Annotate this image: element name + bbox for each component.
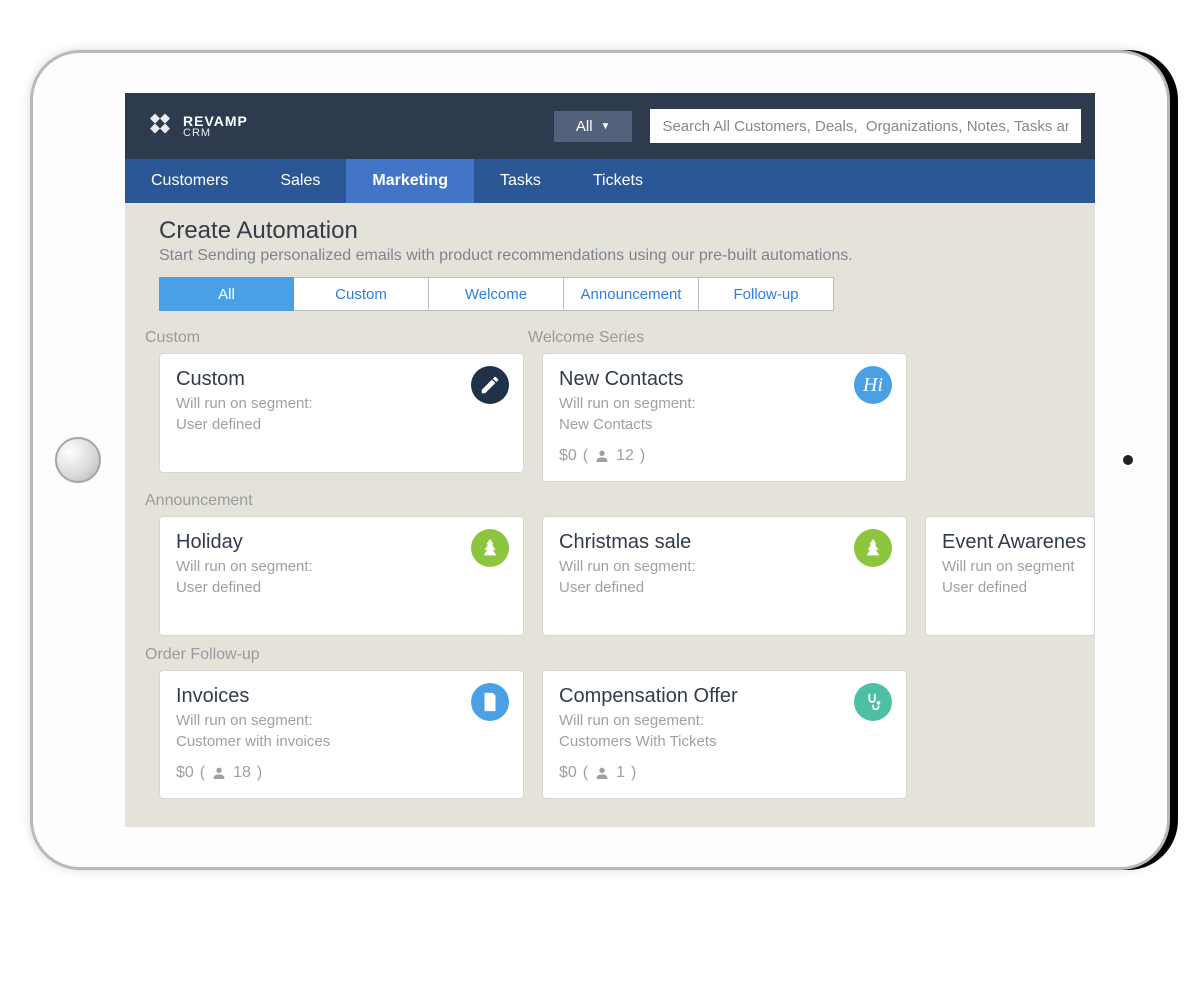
logo-line2: CRM bbox=[183, 128, 248, 139]
camera-dot bbox=[1123, 455, 1133, 465]
card-stats: $0 ( 1 ) bbox=[559, 764, 890, 782]
card-amount: $0 bbox=[559, 447, 577, 465]
app-screen: REVAMP CRM All ▼ Customers Sales Marketi… bbox=[125, 93, 1095, 827]
tab-announcement[interactable]: Announcement bbox=[564, 277, 699, 311]
nav-sales[interactable]: Sales bbox=[254, 159, 346, 203]
stethoscope-icon bbox=[854, 683, 892, 721]
pencil-icon bbox=[471, 366, 509, 404]
card-compensation-offer[interactable]: Compensation Offer Will run on segement:… bbox=[542, 670, 907, 799]
card-amount: $0 bbox=[559, 764, 577, 782]
document-icon bbox=[471, 683, 509, 721]
app-logo[interactable]: REVAMP CRM bbox=[145, 111, 248, 141]
card-amount: $0 bbox=[176, 764, 194, 782]
card-christmas-sale[interactable]: Christmas sale Will run on segment: User… bbox=[542, 516, 907, 636]
card-segment-label: Will run on segment: bbox=[176, 558, 507, 575]
card-segment-value: New Contacts bbox=[559, 416, 890, 433]
card-count: 1 bbox=[616, 764, 625, 782]
section-custom-label: Custom bbox=[145, 329, 524, 347]
main-nav: Customers Sales Marketing Tasks Tickets bbox=[125, 159, 1095, 203]
home-button[interactable] bbox=[55, 437, 101, 483]
card-segment-value: User defined bbox=[176, 416, 507, 433]
card-segment-label: Will run on segment: bbox=[559, 558, 890, 575]
search-input[interactable] bbox=[650, 109, 1081, 143]
logo-line1: REVAMP bbox=[183, 114, 248, 128]
card-stats: $0 ( 18 ) bbox=[176, 764, 507, 782]
card-segment-value: User defined bbox=[942, 579, 1078, 596]
card-title: Invoices bbox=[176, 685, 507, 708]
logo-icon bbox=[145, 111, 175, 141]
hi-icon: Hi bbox=[854, 366, 892, 404]
chevron-down-icon: ▼ bbox=[601, 121, 611, 132]
card-new-contacts[interactable]: Hi New Contacts Will run on segment: New… bbox=[542, 353, 907, 482]
page-title: Create Automation bbox=[159, 217, 1095, 245]
tablet-frame: REVAMP CRM All ▼ Customers Sales Marketi… bbox=[30, 50, 1170, 870]
card-title: Custom bbox=[176, 368, 507, 391]
card-segment-label: Will run on segment: bbox=[559, 395, 890, 412]
card-title: Event Awarenes bbox=[942, 531, 1078, 554]
tree-icon bbox=[854, 529, 892, 567]
card-holiday[interactable]: Holiday Will run on segment: User define… bbox=[159, 516, 524, 636]
topbar: REVAMP CRM All ▼ bbox=[125, 93, 1095, 159]
tab-all[interactable]: All bbox=[159, 277, 294, 311]
section-welcome-label: Welcome Series bbox=[528, 329, 907, 347]
section-announcement-label: Announcement bbox=[145, 492, 1095, 510]
card-segment-value: Customer with invoices bbox=[176, 733, 507, 750]
card-segment-label: Will run on segment bbox=[942, 558, 1078, 575]
card-count: 12 bbox=[616, 447, 634, 465]
scope-label: All bbox=[576, 118, 593, 135]
nav-tickets[interactable]: Tickets bbox=[567, 159, 669, 203]
card-segment-label: Will run on segment: bbox=[176, 712, 507, 729]
card-stats: $0 ( 12 ) bbox=[559, 447, 890, 465]
tree-icon bbox=[471, 529, 509, 567]
card-title: Christmas sale bbox=[559, 531, 890, 554]
card-title: Compensation Offer bbox=[559, 685, 890, 708]
page-subtitle: Start Sending personalized emails with p… bbox=[159, 247, 1095, 265]
card-segment-value: User defined bbox=[559, 579, 890, 596]
people-icon bbox=[594, 448, 610, 464]
card-custom[interactable]: Custom Will run on segment: User defined bbox=[159, 353, 524, 473]
content-area: Create Automation Start Sending personal… bbox=[125, 203, 1095, 819]
card-segment-value: User defined bbox=[176, 579, 507, 596]
people-icon bbox=[211, 765, 227, 781]
nav-tasks[interactable]: Tasks bbox=[474, 159, 567, 203]
card-invoices[interactable]: Invoices Will run on segment: Customer w… bbox=[159, 670, 524, 799]
filter-tabs: All Custom Welcome Announcement Follow-u… bbox=[159, 277, 1095, 311]
people-icon bbox=[594, 765, 610, 781]
tab-custom[interactable]: Custom bbox=[294, 277, 429, 311]
card-title: New Contacts bbox=[559, 368, 890, 391]
card-event-awareness[interactable]: Event Awarenes Will run on segment User … bbox=[925, 516, 1095, 636]
nav-customers[interactable]: Customers bbox=[125, 159, 254, 203]
card-title: Holiday bbox=[176, 531, 507, 554]
nav-marketing[interactable]: Marketing bbox=[346, 159, 474, 203]
card-segment-label: Will run on segement: bbox=[559, 712, 890, 729]
card-count: 18 bbox=[233, 764, 251, 782]
tab-followup[interactable]: Follow-up bbox=[699, 277, 834, 311]
card-segment-value: Customers With Tickets bbox=[559, 733, 890, 750]
tab-welcome[interactable]: Welcome bbox=[429, 277, 564, 311]
section-followup-label: Order Follow-up bbox=[145, 646, 1095, 664]
scope-dropdown[interactable]: All ▼ bbox=[554, 111, 633, 142]
logo-text: REVAMP CRM bbox=[183, 114, 248, 139]
card-segment-label: Will run on segment: bbox=[176, 395, 507, 412]
